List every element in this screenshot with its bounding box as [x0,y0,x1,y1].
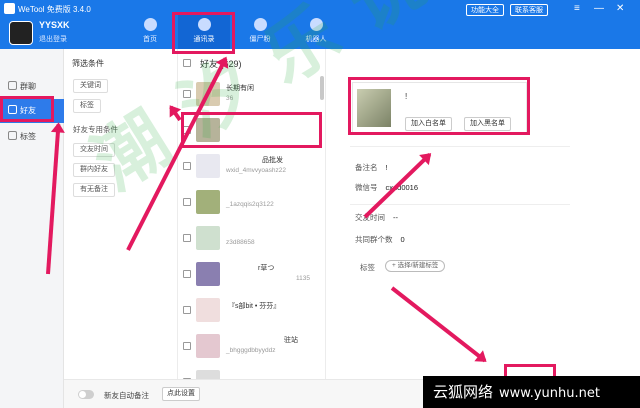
added-time-value: -- [393,213,398,222]
auto-note-label: 新友自动备注 [104,391,149,400]
divider [350,204,570,205]
select-all-checkbox[interactable] [183,59,191,67]
list-item[interactable]: 『s部bit • 芬芬』 [178,293,322,327]
wxid-label: 微信号 [355,183,378,192]
added-time-row: 交友时间 -- [355,212,398,223]
tags-row: 标签 [360,262,375,273]
tags-label: 标签 [360,263,375,272]
select-tag-button[interactable]: + 选择/新建标签 [385,260,446,272]
list-item[interactable]: 品批发 wxid_4mvvyoashz22 [178,149,322,183]
highlight-selected-friend [181,112,322,148]
row-checkbox[interactable] [183,90,191,98]
avatar [196,370,220,379]
robot-icon [309,18,323,31]
friend-filter-title: 好友专用条件 [73,125,118,134]
sidebar-item-label: 群聊 [20,82,36,91]
tab-robot[interactable]: 机器人 [290,14,342,50]
friend-list-scrollbar[interactable] [320,76,324,100]
home-icon [143,18,157,31]
list-item[interactable]: r草つ 1135 [178,257,322,291]
friend-list-header: 好友 (629) [178,55,326,71]
highlight-list-buttons [348,77,530,135]
note-row: 备注名! [355,162,388,173]
highlight-friends-item [0,96,54,122]
row-checkbox[interactable] [183,342,191,350]
friend-name: 『s部bit • 芬芬』 [228,303,281,310]
filter-in-group-button[interactable]: 群内好友 [73,163,115,177]
menu-icon[interactable]: ≡ [574,3,580,15]
site-url: www.yunhu.net [499,386,600,401]
divider [350,146,570,147]
filter-panel: 筛选条件 关键词 标签 好友专用条件 交友时间 群内好友 有无备注 [64,49,178,408]
list-item[interactable]: 驻站 _bhgggdbbyyddz [178,329,322,363]
friend-id: _1azqqis2q3122 [226,201,274,208]
friend-id: wxid_4mvvyoashz22 [226,167,286,174]
site-name: 云狐网络 [433,383,494,401]
user-avatar[interactable] [9,21,33,45]
filter-tag-button[interactable]: 标签 [73,99,101,113]
app-logo-icon [4,3,15,14]
friend-id: _bhgggdbbyyddz [226,347,276,354]
avatar [196,262,220,286]
friend-name: r草つ [258,265,275,272]
row-checkbox[interactable] [183,306,191,314]
avatar [196,298,220,322]
avatar [196,226,220,250]
filter-added-time-button[interactable]: 交友时间 [73,143,115,157]
group-chat-icon [8,81,17,90]
settings-button[interactable]: 点此设置 [162,387,200,401]
wxid-row: 微信号 cxdd0016 [355,182,418,193]
tab-zombie-fans[interactable]: 僵尸粉 [234,14,286,50]
row-checkbox[interactable] [183,234,191,242]
app-title: WeTool 免费版 3.4.0 [18,5,91,14]
avatar [196,190,220,214]
common-groups-value: 0 [400,235,405,244]
friend-id: 1135 [296,275,310,282]
tab-label: 首页 [143,36,157,43]
minimize-icon[interactable]: — [594,3,604,15]
common-groups-row: 共同群个数 0 [355,234,405,245]
friend-name: 驻站 [284,337,298,344]
list-item[interactable]: z3d88658 [178,221,322,255]
list-item[interactable] [178,365,322,379]
highlight-contacts-tab [172,12,235,54]
avatar [196,334,220,358]
note-value: ! [385,163,388,172]
auto-note-toggle[interactable] [78,390,94,399]
tab-home[interactable]: 首页 [124,14,176,50]
filter-title: 筛选条件 [72,59,104,68]
friend-id: z3d88658 [226,239,255,246]
row-checkbox[interactable] [183,198,191,206]
filter-has-note-button[interactable]: 有无备注 [73,183,115,197]
list-item[interactable]: _1azqqis2q3122 [178,185,322,219]
friend-name: 品批发 [262,157,283,164]
friend-name: 长期有闲 [226,85,254,92]
user-nickname: YYSXK [39,20,70,30]
row-checkbox[interactable] [183,162,191,170]
app-header: WeTool 免费版 3.4.0 功能大全 联系客服 ≡ — ✕ YYSXK 退… [0,0,640,50]
tag-icon [8,131,17,140]
tab-label: 僵尸粉 [249,36,271,43]
contact-support-button[interactable]: 联系客服 [510,4,548,16]
note-label: 备注名 [355,163,378,172]
tab-label: 机器人 [305,36,327,43]
features-button[interactable]: 功能大全 [466,4,504,16]
close-icon[interactable]: ✕ [616,3,624,15]
friend-id: 36 [226,95,234,102]
filter-keyword-button[interactable]: 关键词 [73,79,108,93]
logout-link[interactable]: 退出登录 [39,34,67,44]
avatar [196,154,220,178]
row-checkbox[interactable] [183,270,191,278]
zombie-icon [253,18,267,31]
site-watermark-stamp: 云狐网络 www.yunhu.net [423,376,640,408]
common-groups-label: 共同群个数 [355,235,393,244]
friend-list: 好友 (629) 长期有闲 36 品批发 wxid_4mvvyoashz22 _… [178,49,326,379]
sidebar-item-label: 标签 [20,132,36,141]
